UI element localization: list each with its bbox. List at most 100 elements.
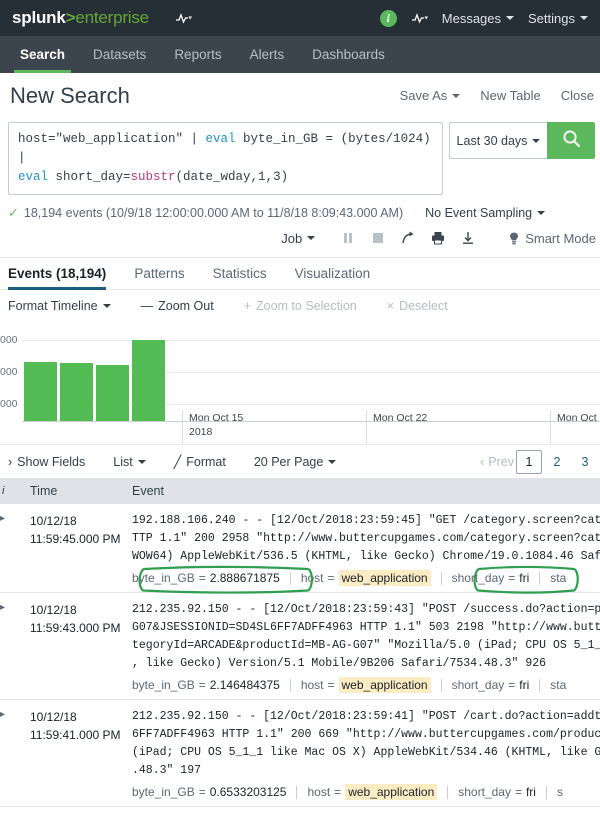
- table-row[interactable]: ▸ 10/12/18 11:59:43.000 PM 212.235.92.15…: [0, 593, 600, 700]
- table-row[interactable]: ▸ 10/12/18 11:59:41.000 PM 212.235.92.15…: [0, 700, 600, 807]
- expand-row-icon[interactable]: ▸: [0, 512, 12, 586]
- tab-events[interactable]: Events (18,194): [8, 258, 120, 289]
- query-keyword-eval: eval: [18, 170, 48, 184]
- new-table-button[interactable]: New Table: [480, 88, 540, 103]
- field-truncated[interactable]: sta: [550, 678, 566, 692]
- nav-item-datasets[interactable]: Datasets: [79, 36, 160, 73]
- field-separator: [441, 572, 442, 585]
- event-body: 212.235.92.150 - - [12/Oct/2018:23:59:41…: [132, 708, 600, 800]
- settings-label: Settings: [528, 11, 575, 26]
- field-short-day[interactable]: short_day=fri: [458, 785, 536, 799]
- field-short-day[interactable]: short_day=fri: [452, 678, 530, 692]
- info-badge-icon[interactable]: i: [380, 10, 397, 27]
- nav-label: Alerts: [250, 47, 285, 62]
- query-text: host="web_application" |: [18, 132, 206, 146]
- print-icon[interactable]: [423, 227, 453, 249]
- app-activity-icon[interactable]: [175, 12, 192, 24]
- field-byte-in-gb[interactable]: byte_in_GB=2.146484375: [132, 678, 280, 692]
- page-button-3[interactable]: 3: [572, 450, 598, 474]
- top-right-controls: i Messages Settings: [380, 10, 588, 27]
- logo-gt-text: >: [66, 8, 76, 27]
- settings-menu[interactable]: Settings: [528, 11, 588, 26]
- nav-item-alerts[interactable]: Alerts: [236, 36, 299, 73]
- column-header-event[interactable]: Event: [132, 484, 600, 498]
- format-timeline-label: Format Timeline: [8, 299, 98, 313]
- field-separator: [441, 679, 442, 692]
- page-title: New Search: [10, 83, 130, 109]
- query-function-substr: substr: [131, 170, 176, 184]
- nav-label: Dashboards: [312, 47, 385, 62]
- field-host[interactable]: host=web_application: [301, 677, 431, 693]
- smart-mode-menu[interactable]: Smart Mode: [509, 231, 600, 246]
- close-button[interactable]: Close: [561, 88, 594, 103]
- x-tick-line1: Mon Oct 15: [189, 410, 243, 424]
- field-name: byte_in_GB: [132, 678, 195, 692]
- format-timeline-menu[interactable]: Format Timeline: [8, 299, 111, 313]
- timeline-chart[interactable]: 000 000 000 Mon Oct 15 2018 Mon Oct 22 M…: [0, 326, 600, 444]
- field-name: host: [301, 678, 324, 692]
- show-fields-button[interactable]: ›Show Fields: [8, 455, 85, 469]
- x-axis-tick: Mon Oct 22: [366, 410, 427, 444]
- timeline-controls: Format Timeline —Zoom Out +Zoom to Selec…: [0, 290, 600, 322]
- page-button-1[interactable]: 1: [516, 450, 542, 474]
- deselect-button: ×Deselect: [387, 299, 448, 313]
- field-host[interactable]: host=web_application: [301, 570, 431, 586]
- export-icon[interactable]: [453, 227, 483, 249]
- field-short-day[interactable]: short_day=fri: [452, 571, 530, 585]
- save-as-button[interactable]: Save As: [400, 88, 461, 103]
- event-sampling-menu[interactable]: No Event Sampling: [425, 206, 545, 220]
- chevron-down-icon: [580, 16, 588, 20]
- event-time: 10/12/18 11:59:43.000 PM: [12, 601, 132, 693]
- tab-patterns[interactable]: Patterns: [134, 258, 198, 289]
- format-button[interactable]: ╱ Format: [174, 454, 226, 469]
- pause-icon[interactable]: [333, 227, 363, 249]
- field-separator: [447, 786, 448, 799]
- search-query-input[interactable]: host="web_application" | eval byte_in_GB…: [8, 122, 443, 195]
- event-raw-line: TTP 1.1" 200 2958 "http://www.buttercupg…: [132, 530, 600, 548]
- job-toolbar: Job Smart Mode: [0, 221, 600, 258]
- pencil-icon: ╱: [174, 454, 182, 469]
- field-value: fri: [519, 678, 529, 692]
- splunk-logo[interactable]: splunk>enterprise: [12, 8, 149, 28]
- stop-icon[interactable]: [363, 227, 393, 249]
- field-truncated[interactable]: sta: [550, 571, 566, 585]
- search-status-row: ✓ 18,194 events (10/9/18 12:00:00.000 AM…: [0, 195, 600, 221]
- page-button-2[interactable]: 2: [544, 450, 570, 474]
- smart-mode-label: Smart Mode: [525, 231, 596, 246]
- per-page-menu[interactable]: 20 Per Page: [254, 455, 337, 469]
- field-byte-in-gb[interactable]: byte_in_GB=0.6533203125: [132, 785, 286, 799]
- tab-statistics[interactable]: Statistics: [213, 258, 281, 289]
- x-tick-line2: 2018: [189, 424, 243, 438]
- column-header-time[interactable]: Time: [12, 484, 132, 498]
- event-count-summary: ✓ 18,194 events (10/9/18 12:00:00.000 AM…: [8, 205, 403, 221]
- share-icon[interactable]: [393, 227, 423, 249]
- messages-menu[interactable]: Messages: [442, 11, 514, 26]
- job-menu[interactable]: Job: [281, 231, 315, 246]
- table-row[interactable]: ▸ 10/12/18 11:59:45.000 PM 192.188.106.2…: [0, 504, 600, 593]
- event-fields: byte_in_GB=2.146484375 host=web_applicat…: [132, 677, 600, 693]
- nav-item-reports[interactable]: Reports: [160, 36, 235, 73]
- format-label: Format: [186, 455, 226, 469]
- expand-row-icon[interactable]: ▸: [0, 708, 12, 800]
- expand-row-icon[interactable]: ▸: [0, 601, 12, 693]
- field-name: s: [557, 785, 563, 799]
- tab-visualization[interactable]: Visualization: [295, 258, 385, 289]
- new-table-label: New Table: [480, 88, 540, 103]
- field-value: fri: [526, 785, 536, 799]
- time-range-picker[interactable]: Last 30 days: [449, 122, 547, 159]
- field-byte-in-gb[interactable]: byte_in_GB=2.888671875: [132, 571, 280, 585]
- zoom-out-button[interactable]: —Zoom Out: [141, 299, 214, 313]
- search-submit-button[interactable]: [547, 122, 595, 159]
- event-date: 10/12/18: [30, 708, 132, 726]
- chevron-down-icon: [452, 94, 460, 98]
- field-host[interactable]: host=web_application: [307, 784, 437, 800]
- x-tick-line1: Mon Oct 22: [373, 410, 427, 424]
- chevron-right-icon: ›: [8, 455, 12, 469]
- activity-indicator-icon[interactable]: [411, 12, 428, 24]
- field-truncated[interactable]: s: [557, 785, 563, 799]
- query-text: (date_wday,1,3): [176, 170, 289, 184]
- nav-item-dashboards[interactable]: Dashboards: [298, 36, 399, 73]
- per-page-label: 20 Per Page: [254, 455, 324, 469]
- list-view-menu[interactable]: List: [113, 455, 145, 469]
- nav-item-search[interactable]: Search: [6, 36, 79, 73]
